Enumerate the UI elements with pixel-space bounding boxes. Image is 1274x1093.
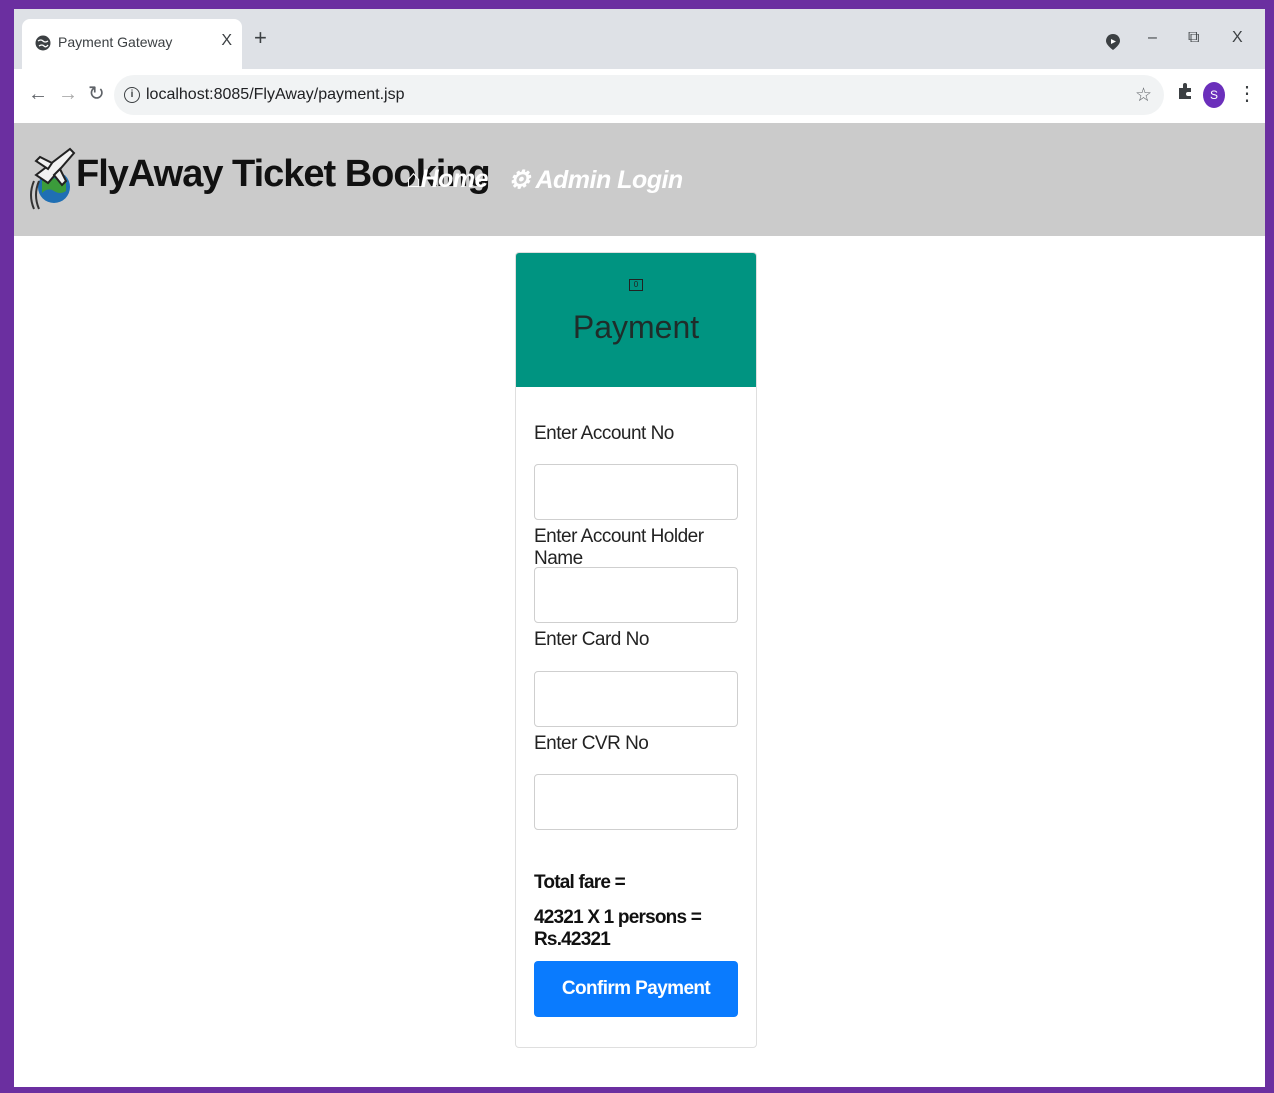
cvr-no-input[interactable] [534, 774, 738, 830]
browser-tab-strip: Payment Gateway X + – ⧉ X [14, 9, 1265, 69]
screenshot-frame: Payment Gateway X + – ⧉ X ← → ↻ i localh… [0, 0, 1274, 1093]
payment-card-header: 0 Payment [516, 253, 756, 387]
url-text[interactable]: localhost:8085/FlyAway/payment.jsp [146, 86, 405, 104]
bookmark-star-icon[interactable]: ☆ [1135, 84, 1152, 107]
payment-card: 0 Payment Enter Account No Enter Account… [515, 252, 757, 1048]
profile-avatar[interactable]: S [1203, 82, 1225, 108]
new-tab-button[interactable]: + [254, 27, 267, 49]
plane-globe-logo-icon [30, 147, 76, 210]
back-arrow-icon[interactable]: ← [28, 84, 48, 104]
gear-icon: ⚙ [508, 166, 530, 194]
tab-title: Payment Gateway [58, 34, 173, 50]
extensions-icon[interactable] [1176, 82, 1194, 100]
tab-close-icon[interactable]: X [221, 32, 232, 50]
payment-title: Payment [572, 309, 700, 345]
forward-arrow-icon[interactable]: → [58, 84, 78, 104]
info-icon[interactable]: i [124, 87, 140, 103]
browser-menu-icon[interactable]: ⋮ [1237, 81, 1257, 106]
total-fare-label: Total fare = [534, 872, 626, 893]
home-icon: ⌂ [406, 165, 421, 193]
close-window-button[interactable]: X [1232, 29, 1243, 47]
account-no-input[interactable] [534, 464, 738, 520]
nav-admin-login-label: Admin Login [535, 166, 683, 194]
confirm-payment-button[interactable]: Confirm Payment [534, 961, 738, 1017]
account-no-label: Enter Account No [534, 423, 674, 444]
browser-tab[interactable]: Payment Gateway X [22, 19, 242, 69]
card-no-label: Enter Card No [534, 629, 649, 650]
media-icon[interactable] [1106, 34, 1120, 50]
cvr-no-label: Enter CVR No [534, 733, 649, 754]
globe-icon [35, 35, 51, 51]
card-no-input[interactable] [534, 671, 738, 727]
money-icon: 0 [629, 279, 643, 291]
nav-home-link[interactable]: ⌂Home [406, 165, 489, 194]
site-navbar: FlyAway Ticket Booking ⌂Home ⚙ Admin Log… [14, 123, 1265, 236]
nav-home-label: Home [420, 165, 489, 193]
account-holder-label: Enter Account Holder Name [534, 526, 704, 569]
account-holder-input[interactable] [534, 567, 738, 623]
browser-toolbar: ← → ↻ i localhost:8085/FlyAway/payment.j… [14, 69, 1265, 123]
nav-admin-login-link[interactable]: ⚙ Admin Login [508, 165, 683, 195]
address-bar[interactable]: i localhost:8085/FlyAway/payment.jsp ☆ [114, 75, 1164, 115]
total-fare-calculation: 42321 X 1 persons = Rs.42321 [534, 907, 702, 950]
minimize-button[interactable]: – [1148, 29, 1157, 47]
restore-button[interactable]: ⧉ [1188, 29, 1199, 47]
reload-icon[interactable]: ↻ [88, 84, 105, 104]
